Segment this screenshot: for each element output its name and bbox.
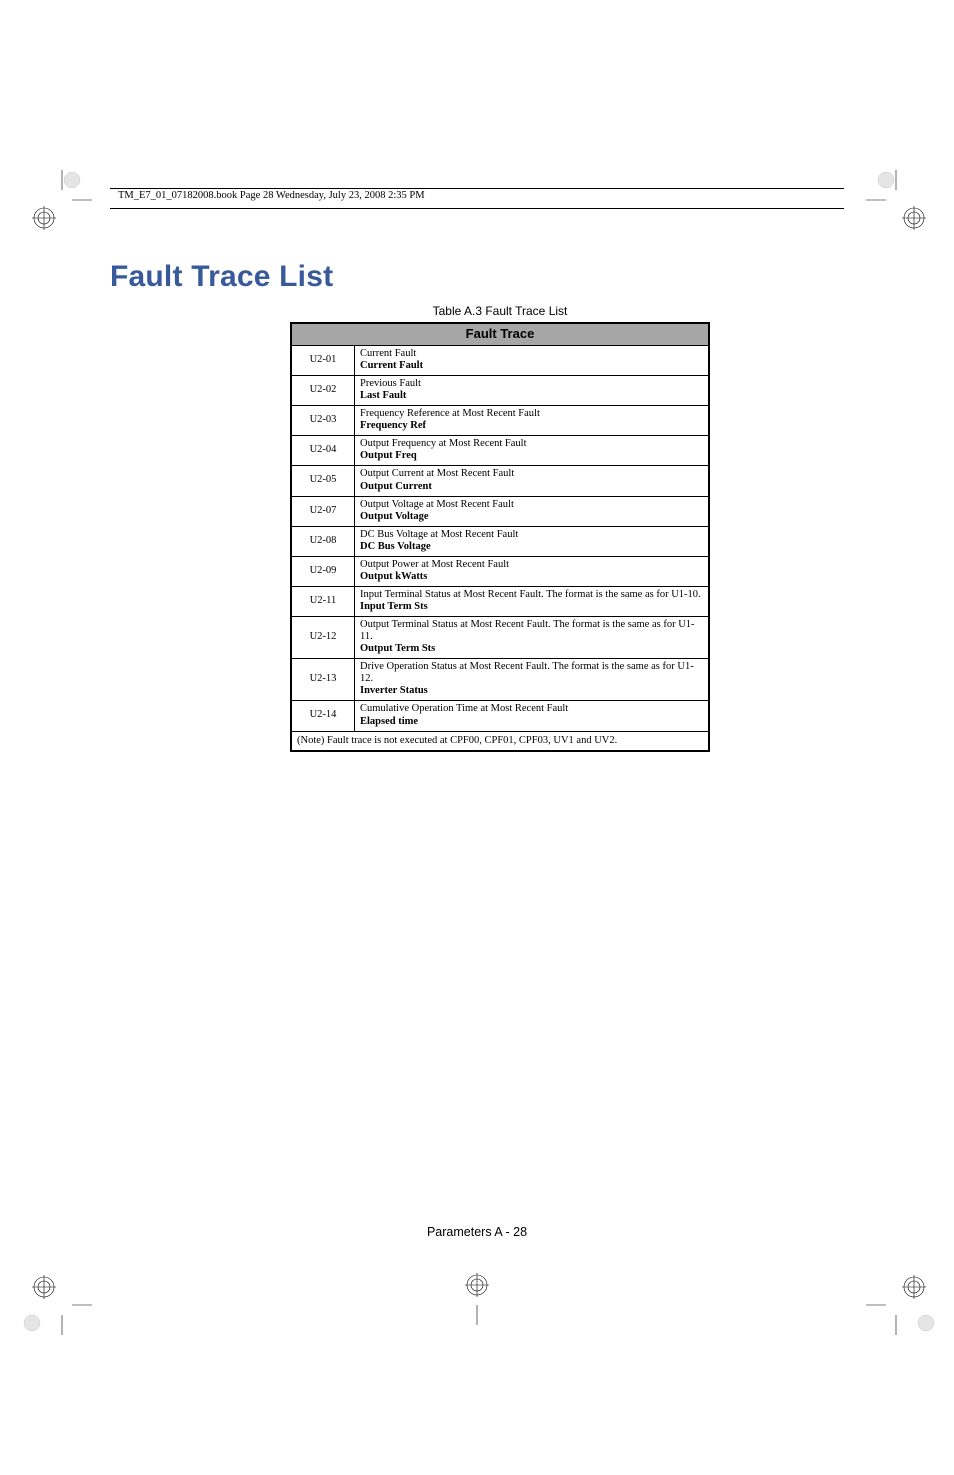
fault-description: Current Fault [360,348,703,360]
content-area: Fault Trace List Table A.3 Fault Trace L… [110,260,844,1255]
page: TM_E7_01_07182008.book Page 28 Wednesday… [0,0,954,1475]
fault-trace-table-wrap: Table A.3 Fault Trace List Fault Trace U… [290,304,710,752]
fault-code: U2-07 [291,496,355,526]
fault-bold-label: Current Fault [360,360,703,372]
fault-bold-label: Output Voltage [360,511,703,523]
fault-description: Output Voltage at Most Recent Fault [360,499,703,511]
fault-description-cell: Frequency Reference at Most Recent Fault… [355,406,710,436]
crop-mark-bottom-right [866,1265,936,1335]
fault-bold-label: Output Freq [360,450,703,462]
crop-mark-top-left [22,170,92,240]
fault-bold-label: Elapsed time [360,716,703,728]
fault-bold-label: Output Current [360,481,703,493]
fault-code: U2-12 [291,617,355,659]
table-row: U2-14 Cumulative Operation Time at Most R… [291,701,709,731]
fault-description: Cumulative Operation Time at Most Recent… [360,703,703,715]
fault-code: U2-02 [291,376,355,406]
fault-description-cell: Cumulative Operation Time at Most Recent… [355,701,710,731]
fault-description: Drive Operation Status at Most Recent Fa… [360,661,703,685]
header-rule-top [110,188,844,189]
fault-description-cell: Current FaultCurrent Fault [355,345,710,375]
page-title: Fault Trace List [110,260,844,294]
fault-bold-label: Output kWatts [360,571,703,583]
fault-description-cell: DC Bus Voltage at Most Recent FaultDC Bu… [355,526,710,556]
fault-bold-label: Output Term Sts [360,643,703,655]
fault-description: Output Current at Most Recent Fault [360,468,703,480]
page-footer: Parameters A - 28 [427,1225,527,1239]
fault-bold-label: Frequency Ref [360,420,703,432]
fault-description-cell: Previous FaultLast Fault [355,376,710,406]
fault-description: Input Terminal Status at Most Recent Fau… [360,589,703,601]
fault-description: Previous Fault [360,378,703,390]
crop-mark-bottom-left [22,1265,92,1335]
running-head-text: TM_E7_01_07182008.book Page 28 Wednesday… [118,190,425,201]
table-row: U2-08DC Bus Voltage at Most Recent Fault… [291,526,709,556]
table-row: U2-09Output Power at Most Recent FaultOu… [291,556,709,586]
fault-code: U2-09 [291,556,355,586]
fault-bold-label: Last Fault [360,390,703,402]
fault-code: U2-13 [291,659,355,701]
fault-description: Output Frequency at Most Recent Fault [360,438,703,450]
fault-code: U2-08 [291,526,355,556]
fault-description-cell: Output Power at Most Recent FaultOutput … [355,556,710,586]
fault-code: U2-03 [291,406,355,436]
fault-bold-label: DC Bus Voltage [360,541,703,553]
fault-bold-label: Inverter Status [360,685,703,697]
table-row: U2-04Output Frequency at Most Recent Fau… [291,436,709,466]
header-rule-bottom [110,208,844,209]
fault-description: Output Terminal Status at Most Recent Fa… [360,619,703,643]
table-row: U2-01Current FaultCurrent Fault [291,345,709,375]
table-row: U2-12Output Terminal Status at Most Rece… [291,617,709,659]
fault-description: Output Power at Most Recent Fault [360,559,703,571]
fault-code: U2-14 [291,701,355,731]
fault-description-cell: Output Terminal Status at Most Recent Fa… [355,617,710,659]
crop-mark-bottom-center [457,1265,497,1335]
fault-code: U2-01 [291,345,355,375]
table-row: U2-11 Input Terminal Status at Most Recen… [291,586,709,616]
table-row: U2-07Output Voltage at Most Recent Fault… [291,496,709,526]
running-header-strip: TM_E7_01_07182008.book Page 28 Wednesday… [100,188,854,218]
fault-bold-label: Input Term Sts [360,601,703,613]
fault-description: DC Bus Voltage at Most Recent Fault [360,529,703,541]
fault-description-cell: Input Terminal Status at Most Recent Fau… [355,586,710,616]
fault-code: U2-04 [291,436,355,466]
table-footnote: (Note) Fault trace is not executed at CP… [291,731,709,751]
table-caption: Table A.3 Fault Trace List [290,304,710,318]
fault-trace-table: Fault Trace U2-01Current FaultCurrent Fa… [290,322,710,752]
fault-code: U2-11 [291,586,355,616]
fault-description-cell: Drive Operation Status at Most Recent Fa… [355,659,710,701]
fault-code: U2-05 [291,466,355,496]
table-row: U2-05Output Current at Most Recent Fault… [291,466,709,496]
table-row: U2-13Drive Operation Status at Most Rece… [291,659,709,701]
table-row: U2-03Frequency Reference at Most Recent … [291,406,709,436]
fault-description-cell: Output Frequency at Most Recent FaultOut… [355,436,710,466]
fault-description-cell: Output Voltage at Most Recent FaultOutpu… [355,496,710,526]
table-row: U2-02Previous FaultLast Fault [291,376,709,406]
fault-description: Frequency Reference at Most Recent Fault [360,408,703,420]
fault-description-cell: Output Current at Most Recent FaultOutpu… [355,466,710,496]
table-header: Fault Trace [291,323,709,345]
crop-mark-top-right [866,170,936,240]
